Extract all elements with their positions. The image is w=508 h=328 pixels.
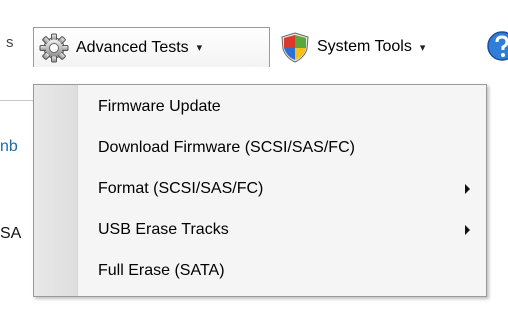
chevron-down-icon: ▾: [196, 42, 203, 54]
menu-item-label: Download Firmware (SCSI/SAS/FC): [98, 139, 355, 156]
background-partial-text: SA: [0, 225, 22, 242]
menu-item-full-erase[interactable]: Full Erase (SATA): [34, 253, 486, 289]
help-icon[interactable]: [486, 30, 508, 62]
toolbar-partial-text: s: [6, 34, 14, 51]
chevron-down-icon: ▾: [419, 41, 426, 54]
submenu-arrow-icon: [465, 225, 470, 235]
system-tools-label: System Tools: [317, 38, 412, 55]
menu-item-label: Format (SCSI/SAS/FC): [98, 180, 264, 197]
menu-item-format[interactable]: Format (SCSI/SAS/FC): [34, 171, 486, 207]
gear-icon: [39, 33, 69, 62]
menu-item-download-firmware[interactable]: Download Firmware (SCSI/SAS/FC): [34, 130, 486, 166]
advanced-tests-dropdown-menu: Firmware Update Download Firmware (SCSI/…: [33, 84, 487, 297]
background-partial-text: nb: [0, 138, 18, 155]
menu-item-label: Full Erase (SATA): [98, 262, 225, 279]
toolbar-divider: [0, 100, 33, 101]
menu-item-label: USB Erase Tracks: [98, 221, 229, 238]
advanced-tests-button[interactable]: Advanced Tests ▾: [33, 27, 270, 67]
system-tools-button[interactable]: System Tools ▾: [275, 27, 485, 67]
menu-item-usb-erase-tracks[interactable]: USB Erase Tracks: [34, 212, 486, 248]
submenu-arrow-icon: [465, 184, 470, 194]
advanced-tests-label: Advanced Tests: [76, 38, 189, 56]
menu-item-label: Firmware Update: [98, 98, 221, 115]
shield-icon: [281, 32, 309, 63]
menu-item-firmware-update[interactable]: Firmware Update: [34, 89, 486, 125]
